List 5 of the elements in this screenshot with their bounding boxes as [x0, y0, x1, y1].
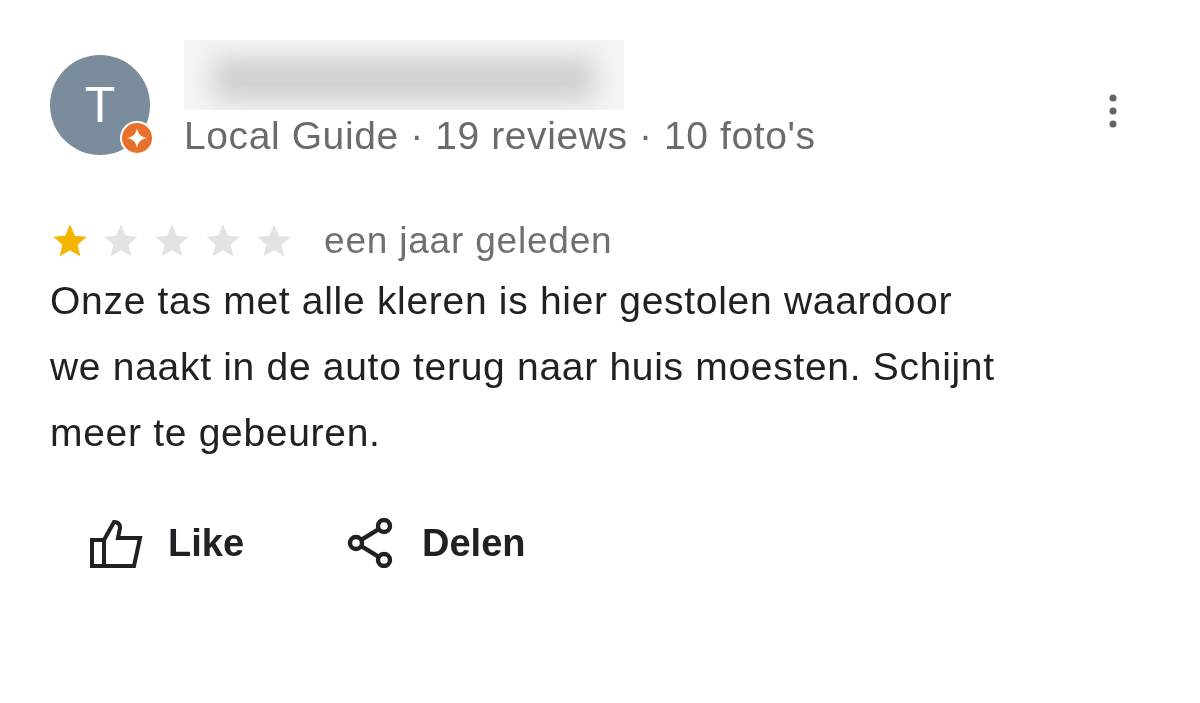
review-text: Onze tas met alle kleren is hier gestolen waardoor we naakt in de auto terug naar huis moesten. Schijnt meer te gebeuren.	[50, 278, 996, 456]
share-button[interactable]: Delen	[344, 518, 526, 568]
reviewer-meta: Local Guide · 19 reviews · 10 foto's	[184, 114, 816, 158]
like-button[interactable]: Like	[90, 518, 245, 568]
review-time: een jaar geleden	[324, 220, 613, 262]
